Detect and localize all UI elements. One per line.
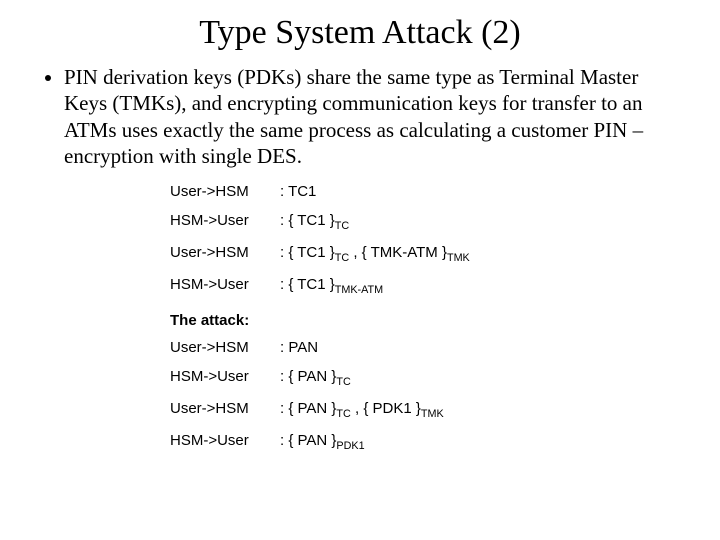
protocol-row: HSM->User : { PAN }TC [170,368,680,388]
protocol-message: : { PAN }PDK1 [280,432,680,452]
bullet-item: PIN derivation keys (PDKs) share the sam… [64,64,670,169]
protocol-message: : { PAN }TC [280,368,680,388]
protocol-direction: User->HSM [170,244,280,261]
protocol-row: User->HSM : { TC1 }TC , { TMK-ATM }TMK [170,244,680,264]
slide: Type System Attack (2) PIN derivation ke… [0,0,720,540]
protocol-direction: User->HSM [170,400,280,417]
protocol-direction: User->HSM [170,339,280,356]
attack-header: The attack: [170,312,680,329]
protocol-message: : { PAN }TC , { PDK1 }TMK [280,400,680,420]
protocol-direction: HSM->User [170,212,280,229]
protocol-direction: HSM->User [170,368,280,385]
protocol-direction: HSM->User [170,432,280,449]
protocol-block: User->HSM : TC1 HSM->User : { TC1 }TC Us… [170,183,680,296]
protocol-row: User->HSM : TC1 [170,183,680,200]
protocol-row: HSM->User : { TC1 }TC [170,212,680,232]
protocol-message: : { TC1 }TC , { TMK-ATM }TMK [280,244,680,264]
protocol-message: : { TC1 }TC [280,212,680,232]
attack-block: The attack: User->HSM : PAN HSM->User : … [170,312,680,452]
protocol-row: HSM->User : { TC1 }TMK-ATM [170,276,680,296]
protocol-direction: User->HSM [170,183,280,200]
protocol-direction: HSM->User [170,276,280,293]
protocol-row: HSM->User : { PAN }PDK1 [170,432,680,452]
protocol-message: : TC1 [280,183,680,200]
page-title: Type System Attack (2) [40,14,680,52]
protocol-message: : { TC1 }TMK-ATM [280,276,680,296]
bullet-list: PIN derivation keys (PDKs) share the sam… [40,64,680,169]
protocol-row: User->HSM : PAN [170,339,680,356]
protocol-row: User->HSM : { PAN }TC , { PDK1 }TMK [170,400,680,420]
protocol-message: : PAN [280,339,680,356]
